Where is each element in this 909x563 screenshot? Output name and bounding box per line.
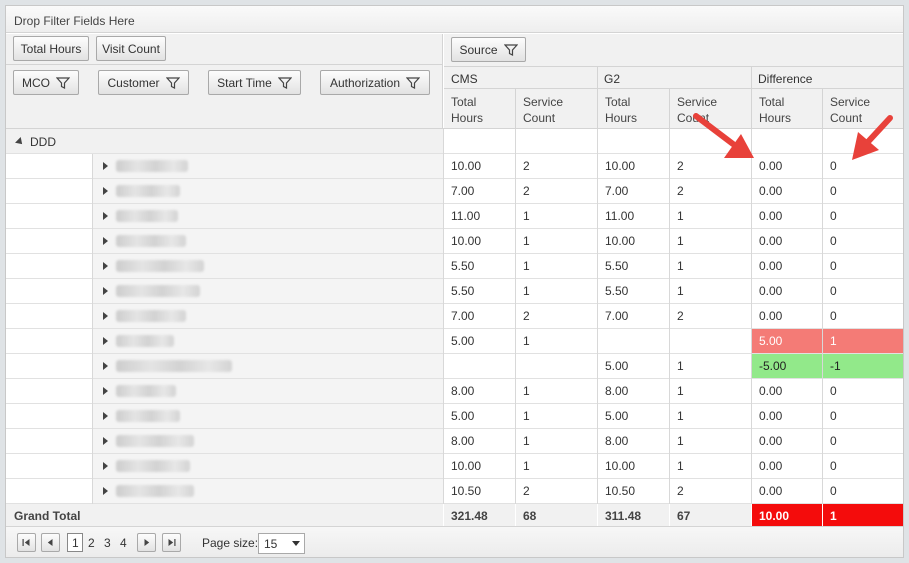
annotation-arrows xyxy=(693,113,893,160)
arrow-icon xyxy=(693,113,754,158)
pivot-grid: Drop Filter Fields Here Total Hours Visi… xyxy=(5,5,904,558)
arrow-icon xyxy=(852,115,893,160)
